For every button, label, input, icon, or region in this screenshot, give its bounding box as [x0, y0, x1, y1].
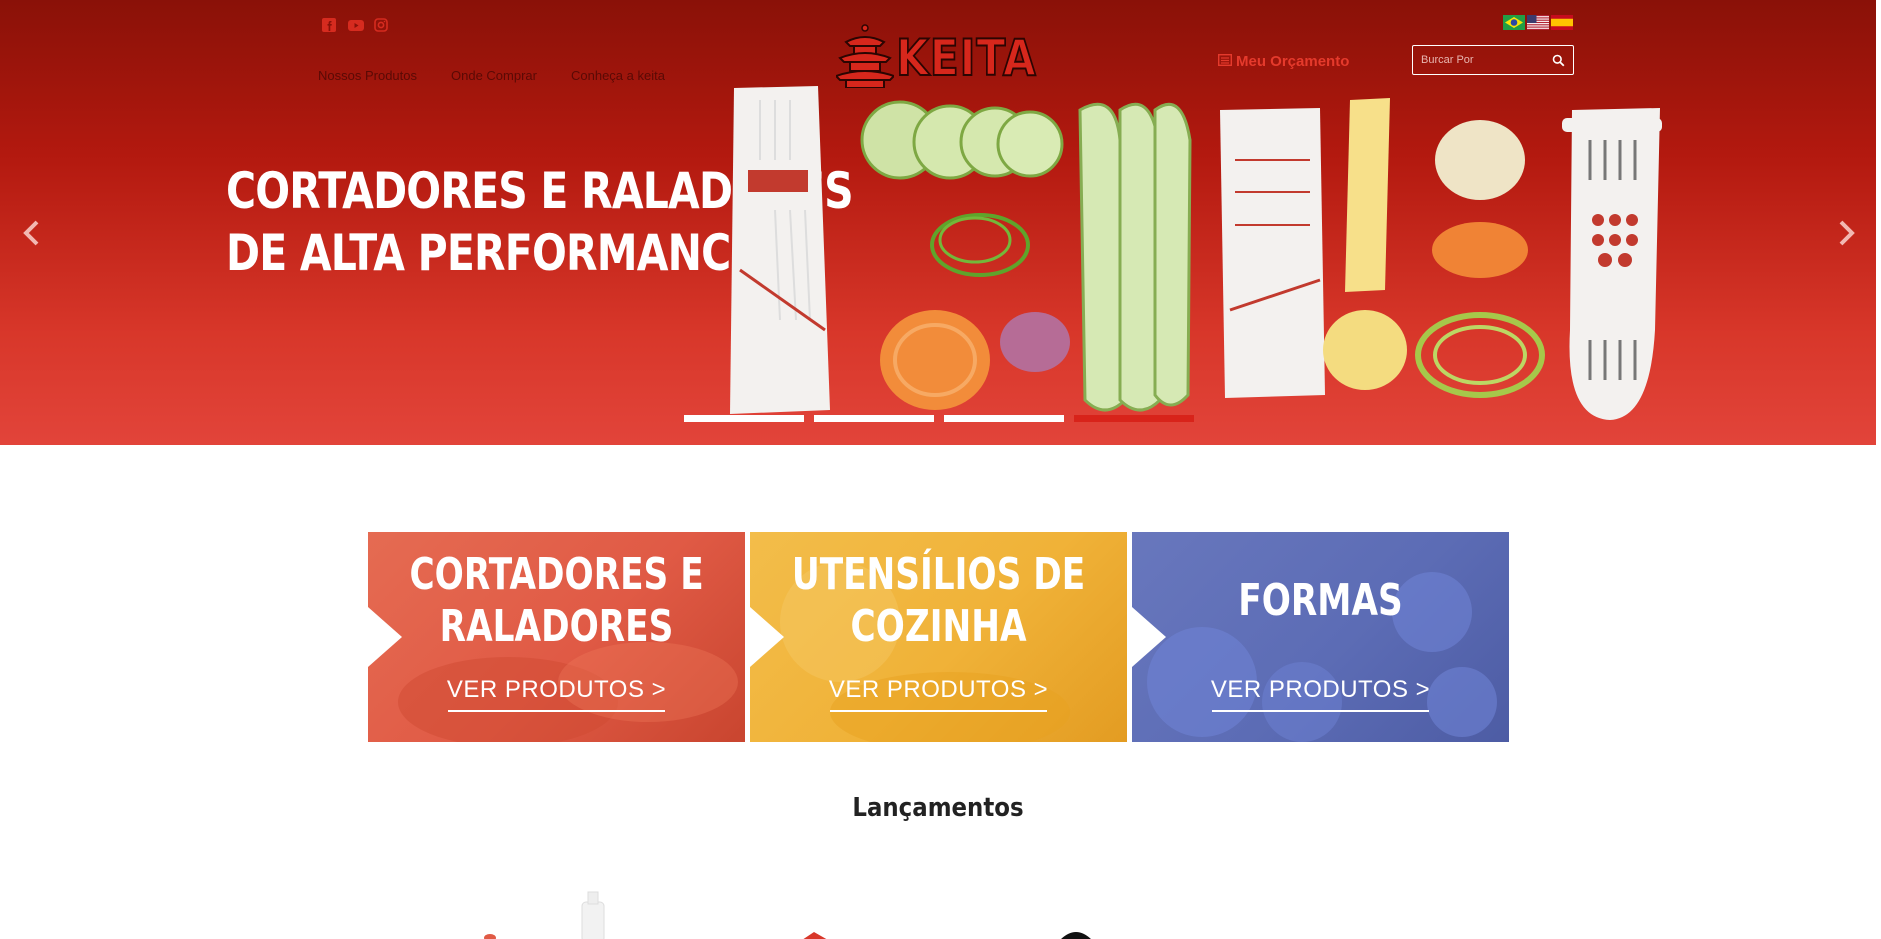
carousel-indicators	[684, 415, 1194, 422]
carousel-indicator-4[interactable]	[1074, 415, 1194, 422]
nav-item-onde-comprar[interactable]: Onde Comprar	[451, 68, 537, 83]
search-icon[interactable]	[1552, 54, 1565, 72]
tile-cortadores-raladores[interactable]: CORTADORES E RALADORES VER PRODUTOS >	[368, 532, 745, 742]
facebook-icon[interactable]	[322, 18, 336, 32]
orcamento-label: Meu Orçamento	[1236, 53, 1350, 70]
launch-product-3-image[interactable]	[1058, 928, 1094, 939]
hero-carousel: Nossos Produtos Onde Comprar Conheça a k…	[0, 0, 1876, 445]
link-underline	[448, 710, 665, 712]
tile-title-line2: RALADORES	[439, 601, 674, 652]
carousel-indicator-1[interactable]	[684, 415, 804, 422]
meu-orcamento-link[interactable]: Meu Orçamento	[1217, 53, 1350, 70]
carousel-prev-icon[interactable]	[20, 218, 44, 248]
logo-text: KEITA	[895, 28, 1037, 88]
tile-formas[interactable]: FORMAS VER PRODUTOS >	[1132, 532, 1509, 742]
link-underline	[1212, 710, 1429, 712]
ver-produtos-link[interactable]: VER PRODUTOS >	[750, 676, 1127, 704]
link-underline	[830, 710, 1047, 712]
lancamentos-title: Lançamentos	[852, 793, 1024, 823]
hero-product-image	[730, 86, 1662, 420]
tile-title: FORMAS	[1238, 575, 1403, 626]
language-selector	[1503, 15, 1573, 30]
list-icon	[1217, 53, 1233, 70]
carousel-indicator-2[interactable]	[814, 415, 934, 422]
category-tiles: CORTADORES E RALADORES VER PRODUTOS > UT…	[368, 532, 1509, 742]
youtube-icon[interactable]	[348, 18, 364, 32]
tile-utensilios-cozinha[interactable]: UTENSÍLIOS DE COZINHA VER PRODUTOS >	[750, 532, 1127, 742]
social-links	[322, 18, 388, 32]
ver-produtos-link[interactable]: VER PRODUTOS >	[1132, 676, 1509, 704]
carousel-indicator-3[interactable]	[944, 415, 1064, 422]
search-box	[1412, 45, 1574, 75]
ver-produtos-link[interactable]: VER PRODUTOS >	[368, 676, 745, 704]
spain-flag-icon[interactable]	[1551, 15, 1573, 30]
usa-flag-icon[interactable]	[1527, 15, 1549, 30]
search-input[interactable]	[1413, 46, 1543, 74]
brazil-flag-icon[interactable]	[1503, 15, 1525, 30]
tile-title-line1: CORTADORES E	[409, 549, 704, 600]
launch-product-1-image[interactable]	[470, 890, 630, 939]
nav-item-nossos-produtos[interactable]: Nossos Produtos	[318, 68, 417, 83]
launch-product-2-image[interactable]	[800, 930, 830, 939]
instagram-icon[interactable]	[374, 18, 388, 32]
main-nav: Nossos Produtos Onde Comprar Conheça a k…	[318, 68, 665, 83]
tile-title-line1: UTENSÍLIOS DE	[791, 549, 1086, 600]
tile-title-line2: COZINHA	[850, 601, 1027, 652]
carousel-next-icon[interactable]	[1834, 218, 1858, 248]
nav-item-conheca-keita[interactable]: Conheça a keita	[571, 68, 665, 83]
